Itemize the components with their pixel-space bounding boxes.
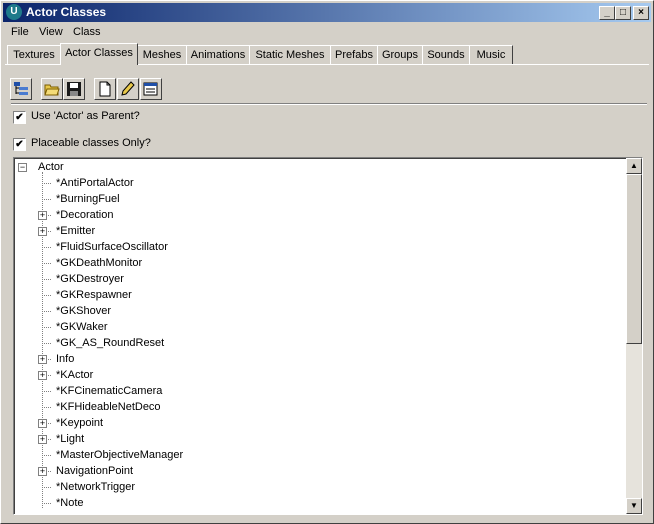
tree-node[interactable]: *GK_AS_RoundReset (56, 335, 164, 351)
tree-node[interactable]: *Note (56, 495, 84, 511)
tree-node[interactable]: *GKDestroyer (56, 271, 124, 287)
tree-node[interactable]: NavigationPoint (56, 463, 133, 479)
tree-node[interactable]: *BurningFuel (56, 191, 120, 207)
new-button[interactable] (94, 78, 116, 100)
tab-meshes[interactable]: Meshes (137, 45, 187, 64)
tree-connector (42, 183, 51, 184)
scroll-down-button[interactable]: ▼ (626, 498, 642, 514)
class-tree-view[interactable]: − Actor *AntiPortalActor *BurningFuel + *Deco… (13, 157, 643, 515)
tab-animations[interactable]: Animations (186, 45, 250, 64)
tree-expander[interactable]: + (38, 371, 47, 380)
tree-connector (42, 172, 43, 508)
menu-bar: File View Class (3, 23, 651, 41)
tree-expander[interactable]: + (38, 211, 47, 220)
tree-node[interactable]: *GKDeathMonitor (56, 255, 142, 271)
tree-connector (42, 199, 51, 200)
tree-connector (42, 295, 51, 296)
tree-connector (42, 455, 51, 456)
tree-node[interactable]: *GKWaker (56, 319, 108, 335)
maximize-button[interactable]: □ (615, 6, 631, 20)
scroll-thumb[interactable] (626, 174, 642, 344)
window-title: Actor Classes (26, 5, 107, 19)
tree-view-button[interactable] (10, 78, 32, 100)
placeable-only-label[interactable]: Placeable classes Only? (31, 137, 151, 149)
tab-music[interactable]: Music (469, 45, 513, 64)
open-folder-icon (44, 84, 60, 96)
tree-connector (42, 311, 51, 312)
tree-expander[interactable]: + (38, 467, 47, 476)
save-icon (67, 82, 81, 96)
tree-connector (42, 391, 51, 392)
tree-node[interactable]: *GKRespawner (56, 287, 132, 303)
tab-prefabs[interactable]: Prefabs (330, 45, 378, 64)
use-actor-parent-label[interactable]: Use 'Actor' as Parent? (31, 110, 140, 122)
tree-connector (42, 407, 51, 408)
tree-node[interactable]: *Decoration (56, 207, 113, 223)
tree-expander[interactable]: + (38, 435, 47, 444)
tree-node[interactable]: *MasterObjectiveManager (56, 447, 183, 463)
tree-node[interactable]: *KActor (56, 367, 93, 383)
tree-connector (42, 263, 51, 264)
vertical-scrollbar[interactable]: ▲ ▼ (626, 158, 642, 514)
tree-connector (42, 247, 51, 248)
tree-node[interactable]: *NetworkTrigger (56, 479, 135, 495)
tab-actor-classes[interactable]: Actor Classes (60, 43, 138, 65)
actor-classes-window: U Actor Classes _ □ × File View Class Te… (0, 0, 654, 524)
tree-node[interactable]: Info (56, 351, 74, 367)
tree-connector (42, 487, 51, 488)
placeable-only-checkbox[interactable]: ✔ (13, 138, 26, 151)
tree-node[interactable]: *AntiPortalActor (56, 175, 134, 191)
tree-expander[interactable]: + (38, 227, 47, 236)
menu-class[interactable]: Class (73, 26, 101, 38)
save-button[interactable] (63, 78, 85, 100)
tree-expander[interactable]: + (38, 419, 47, 428)
properties-button[interactable] (140, 78, 162, 100)
app-icon: U (6, 4, 22, 20)
tab-groups[interactable]: Groups (377, 45, 423, 64)
tree-connector (42, 327, 51, 328)
tab-static-meshes[interactable]: Static Meshes (249, 45, 331, 64)
tree-node[interactable]: *Light (56, 431, 84, 447)
tree-node[interactable]: *KFCinematicCamera (56, 383, 162, 399)
class-tree: − Actor *AntiPortalActor *BurningFuel + *Deco… (14, 158, 624, 514)
new-document-icon (99, 81, 111, 97)
edit-button[interactable] (117, 78, 139, 100)
tab-textures[interactable]: Textures (7, 45, 61, 64)
tree-connector (42, 503, 51, 504)
menu-file[interactable]: File (11, 26, 29, 38)
minimize-button[interactable]: _ (599, 6, 615, 20)
tree-view-icon (14, 82, 28, 95)
tree-expander[interactable]: − (18, 163, 27, 172)
browser-tabs: Textures Actor Classes Meshes Animations… (5, 43, 651, 65)
scroll-up-button[interactable]: ▲ (626, 158, 642, 174)
pencil-edit-icon (121, 81, 135, 96)
tree-connector (42, 279, 51, 280)
tree-expander[interactable]: + (38, 355, 47, 364)
tree-node[interactable]: *Emitter (56, 223, 95, 239)
tree-node[interactable]: *FluidSurfaceOscillator (56, 239, 168, 255)
tree-node[interactable]: *Keypoint (56, 415, 103, 431)
use-actor-parent-checkbox[interactable]: ✔ (13, 111, 26, 124)
properties-icon (143, 82, 158, 96)
tree-node[interactable]: *KFHideableNetDeco (56, 399, 161, 415)
close-button[interactable]: × (633, 6, 649, 20)
toolbar-separator (11, 103, 647, 105)
tree-connector (42, 343, 51, 344)
tree-node[interactable]: *GKShover (56, 303, 111, 319)
tab-sounds[interactable]: Sounds (422, 45, 470, 64)
open-button[interactable] (41, 78, 63, 100)
menu-view[interactable]: View (39, 26, 63, 38)
title-bar[interactable]: U Actor Classes _ □ × (3, 3, 651, 22)
